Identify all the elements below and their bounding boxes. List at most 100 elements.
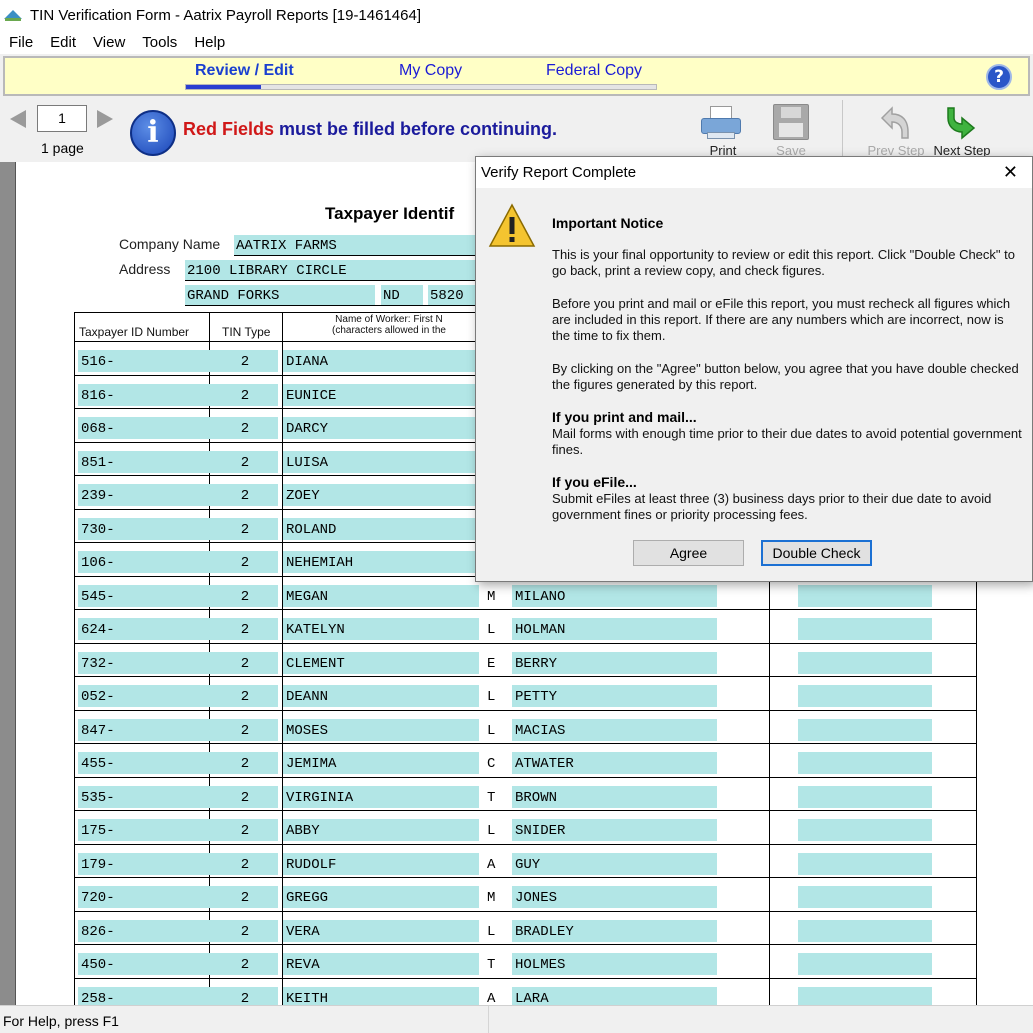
- company-name-field[interactable]: AATRIX FARMS: [234, 235, 476, 255]
- extra-cell[interactable]: [798, 752, 932, 774]
- first-name-cell[interactable]: NEHEMIAH: [283, 551, 479, 573]
- first-name-cell[interactable]: MOSES: [283, 718, 479, 741]
- save-button[interactable]: Save: [761, 100, 821, 158]
- tin-type-cell[interactable]: 2: [212, 651, 278, 674]
- last-name-cell[interactable]: BERRY: [512, 651, 717, 674]
- extra-cell[interactable]: [798, 618, 932, 640]
- extra-cell[interactable]: [798, 986, 932, 1005]
- step-federal-copy[interactable]: Federal Copy: [546, 62, 642, 80]
- middle-initial-cell[interactable]: L: [484, 819, 508, 841]
- tin-cell[interactable]: 720-: [78, 886, 212, 908]
- menu-file[interactable]: File: [0, 34, 41, 51]
- first-name-cell[interactable]: RUDOLF: [283, 852, 479, 875]
- extra-cell[interactable]: [798, 785, 932, 808]
- tin-type-cell[interactable]: 2: [212, 986, 278, 1005]
- zip-field[interactable]: 5820: [428, 285, 476, 305]
- middle-initial-cell[interactable]: L: [484, 685, 508, 707]
- tin-type-cell[interactable]: 2: [212, 886, 278, 908]
- tin-type-cell[interactable]: 2: [212, 953, 278, 975]
- first-name-cell[interactable]: DEANN: [283, 685, 479, 707]
- first-name-cell[interactable]: DIANA: [283, 350, 479, 372]
- first-name-cell[interactable]: KATELYN: [283, 618, 479, 640]
- tin-cell[interactable]: 730-: [78, 517, 212, 540]
- last-name-cell[interactable]: BRADLEY: [512, 919, 717, 942]
- first-name-cell[interactable]: DARCY: [283, 417, 479, 439]
- close-icon[interactable]: ✕: [1003, 162, 1018, 183]
- first-name-cell[interactable]: KEITH: [283, 986, 479, 1005]
- first-name-cell[interactable]: GREGG: [283, 886, 479, 908]
- middle-initial-cell[interactable]: T: [484, 953, 508, 975]
- first-name-cell[interactable]: VERA: [283, 919, 479, 942]
- tin-cell[interactable]: 450-: [78, 953, 212, 975]
- first-name-cell[interactable]: VIRGINIA: [283, 785, 479, 808]
- first-name-cell[interactable]: CLEMENT: [283, 651, 479, 674]
- middle-initial-cell[interactable]: A: [484, 987, 508, 1006]
- last-name-cell[interactable]: HOLMAN: [512, 618, 717, 640]
- middle-initial-cell[interactable]: L: [484, 920, 508, 942]
- help-icon[interactable]: ?: [986, 64, 1012, 90]
- tin-type-cell[interactable]: 2: [212, 718, 278, 741]
- first-name-cell[interactable]: JEMIMA: [283, 752, 479, 774]
- tin-cell[interactable]: 455-: [78, 752, 212, 774]
- tin-type-cell[interactable]: 2: [212, 685, 278, 707]
- menu-tools[interactable]: Tools: [133, 34, 185, 51]
- city-field[interactable]: GRAND FORKS: [185, 285, 375, 305]
- menu-edit[interactable]: Edit: [41, 34, 84, 51]
- last-name-cell[interactable]: PETTY: [512, 685, 717, 707]
- tin-type-cell[interactable]: 2: [212, 517, 278, 540]
- print-button[interactable]: Print: [693, 100, 753, 158]
- tin-cell[interactable]: 732-: [78, 651, 212, 674]
- last-name-cell[interactable]: JONES: [512, 886, 717, 908]
- tin-type-cell[interactable]: 2: [212, 383, 278, 406]
- middle-initial-cell[interactable]: C: [484, 752, 508, 774]
- last-name-cell[interactable]: SNIDER: [512, 819, 717, 841]
- middle-initial-cell[interactable]: L: [484, 719, 508, 741]
- tin-cell[interactable]: 175-: [78, 819, 212, 841]
- tin-type-cell[interactable]: 2: [212, 417, 278, 439]
- last-name-cell[interactable]: MILANO: [512, 584, 717, 607]
- tin-type-cell[interactable]: 2: [212, 484, 278, 506]
- extra-cell[interactable]: [798, 819, 932, 841]
- next-page-arrow-icon[interactable]: [97, 110, 113, 128]
- extra-cell[interactable]: [798, 919, 932, 942]
- agree-button[interactable]: Agree: [633, 540, 744, 566]
- first-name-cell[interactable]: MEGAN: [283, 584, 479, 607]
- middle-initial-cell[interactable]: E: [484, 652, 508, 674]
- first-name-cell[interactable]: ZOEY: [283, 484, 479, 506]
- extra-cell[interactable]: [798, 584, 932, 607]
- tin-cell[interactable]: 239-: [78, 484, 212, 506]
- last-name-cell[interactable]: BROWN: [512, 785, 717, 808]
- first-name-cell[interactable]: REVA: [283, 953, 479, 975]
- step-my-copy[interactable]: My Copy: [399, 62, 462, 80]
- last-name-cell[interactable]: LARA: [512, 986, 717, 1005]
- previous-page-arrow-icon[interactable]: [10, 110, 26, 128]
- tin-type-cell[interactable]: 2: [212, 450, 278, 473]
- tin-cell[interactable]: 258-: [78, 986, 212, 1005]
- first-name-cell[interactable]: EUNICE: [283, 383, 479, 406]
- tin-cell[interactable]: 516-: [78, 350, 212, 372]
- first-name-cell[interactable]: ABBY: [283, 819, 479, 841]
- extra-cell[interactable]: [798, 718, 932, 741]
- tin-type-cell[interactable]: 2: [212, 350, 278, 372]
- tin-type-cell[interactable]: 2: [212, 618, 278, 640]
- address-line1-field[interactable]: 2100 LIBRARY CIRCLE: [185, 260, 476, 280]
- tin-cell[interactable]: 826-: [78, 919, 212, 942]
- tin-type-cell[interactable]: 2: [212, 584, 278, 607]
- tin-type-cell[interactable]: 2: [212, 752, 278, 774]
- prev-step-button[interactable]: Prev Step: [866, 100, 926, 158]
- state-field[interactable]: ND: [381, 285, 423, 305]
- tin-cell[interactable]: 179-: [78, 852, 212, 875]
- tin-cell[interactable]: 847-: [78, 718, 212, 741]
- middle-initial-cell[interactable]: M: [484, 585, 508, 607]
- middle-initial-cell[interactable]: T: [484, 786, 508, 808]
- tin-cell[interactable]: 545-: [78, 584, 212, 607]
- tin-cell[interactable]: 816-: [78, 383, 212, 406]
- extra-cell[interactable]: [798, 685, 932, 707]
- page-number-input[interactable]: 1: [37, 105, 87, 132]
- extra-cell[interactable]: [798, 953, 932, 975]
- tin-type-cell[interactable]: 2: [212, 852, 278, 875]
- last-name-cell[interactable]: HOLMES: [512, 953, 717, 975]
- menu-view[interactable]: View: [84, 34, 133, 51]
- step-review-edit[interactable]: Review / Edit: [195, 62, 294, 80]
- extra-cell[interactable]: [798, 886, 932, 908]
